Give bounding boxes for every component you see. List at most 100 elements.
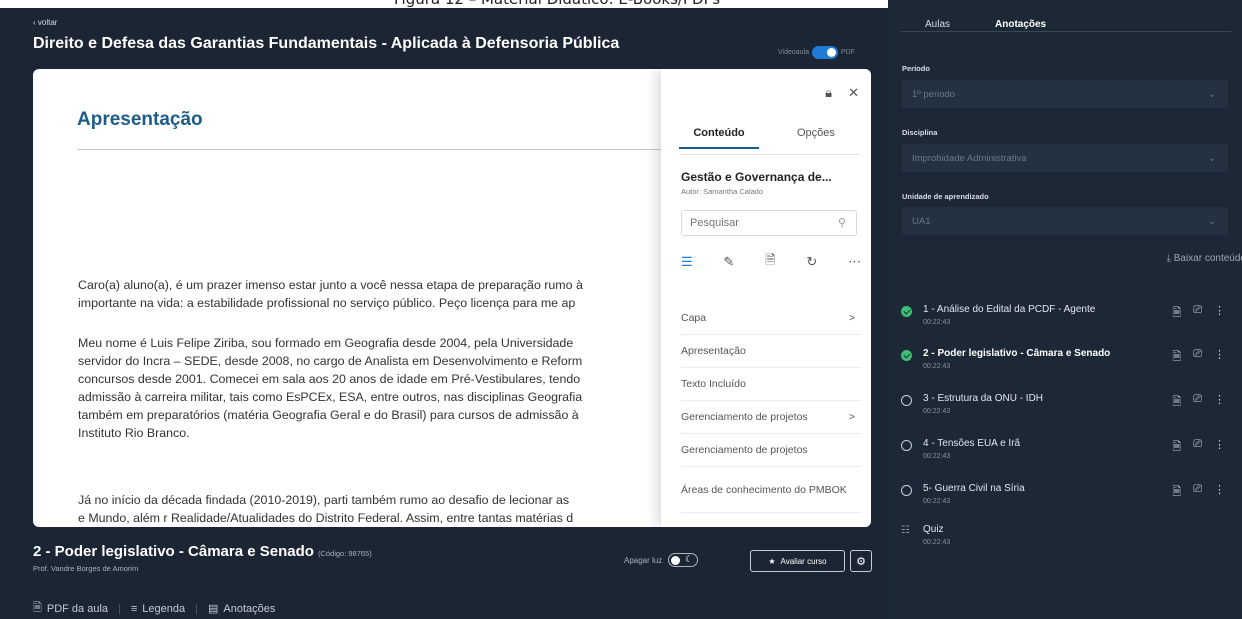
star-icon: ★ [768, 556, 776, 566]
list-icon[interactable]: ☰ [681, 254, 693, 270]
search-input[interactable] [682, 211, 812, 235]
chevron-down-icon: ⌄ [1208, 215, 1216, 227]
toc-item-label: Áreas de conhecimento do PMBOK [681, 483, 847, 496]
toc-item-label: Apresentação [681, 345, 746, 357]
slides-icon[interactable]: ⎚ [1193, 304, 1202, 323]
pdf-icon[interactable]: 🗎︎ [1172, 483, 1181, 502]
slides-icon[interactable]: ⎚ [1193, 483, 1202, 502]
pdf-icon[interactable]: 🗎︎ [1172, 393, 1181, 412]
chevron-right-icon: > [848, 411, 855, 423]
toc-item[interactable]: Gerenciamento de projetos > [681, 401, 861, 434]
more-vertical-icon[interactable]: ⋮ [1214, 348, 1225, 367]
lesson-professor: Prof. Vandre Borges de Amorim [33, 564, 139, 573]
toc-item[interactable]: Gerenciamento de projetos [681, 434, 861, 467]
light-switch[interactable]: ☾ [668, 553, 699, 567]
bottom-links: 🗎︎ PDF da aula | ≡ Legenda | ▤ Anotações [33, 599, 275, 618]
discipline-value: Improbidade Administrativa [912, 152, 1027, 164]
lesson-actions: 🗎︎ ⎚ ⋮ [1172, 438, 1225, 457]
lesson-item[interactable]: 5- Guerra Civil na Síria 00:22:43 🗎︎ ⎚ ⋮ [901, 481, 1231, 521]
book-title: Gestão e Governança de... [681, 170, 832, 184]
more-vertical-icon[interactable]: ⋮ [1214, 483, 1225, 502]
pdf-icon[interactable]: 🗎︎ [1172, 438, 1181, 457]
mode-video-label: Videoaula [778, 48, 810, 56]
lesson-code: (Código: 98765) [317, 549, 372, 558]
paragraph-line: admissão à carreira militar, tais como E… [78, 390, 583, 404]
figure-caption-text: Figura 12 – Material Didático: E-Books/P… [394, 0, 720, 8]
discipline-select[interactable]: Improbidade Administrativa ⌄ [902, 144, 1228, 172]
rate-course-button[interactable]: ★ Avaliar curso [750, 550, 845, 572]
paragraph-line: concursos desde 2001. Comecei em sala ao… [78, 372, 581, 386]
slides-icon[interactable]: ⎚ [1193, 348, 1202, 367]
lesson-item[interactable]: 4 - Tensões EUA e Irã 00:22:43 🗎︎ ⎚ ⋮ [901, 436, 1231, 476]
lesson-title-text: 2 - Poder legislativo - Câmara e Senado [33, 543, 314, 560]
more-vertical-icon[interactable]: ⋮ [1214, 304, 1225, 323]
switch-knob [671, 556, 681, 565]
circle-icon [901, 485, 912, 496]
period-select[interactable]: 1º periodo ⌄ [902, 80, 1228, 108]
toc-item[interactable]: Áreas de conhecimento do PMBOK [681, 467, 861, 513]
toc-item-label: Gerenciamento de projetos [681, 444, 808, 456]
pdf-icon[interactable]: 🗎︎ [1172, 304, 1181, 323]
divider: | [118, 602, 121, 615]
document-title: Apresentação [77, 109, 203, 130]
tab-aulas[interactable]: Aulas [925, 19, 950, 30]
mode-pdf-label: PDF [841, 48, 856, 56]
tab-conteudo[interactable]: Conteúdo [679, 127, 759, 149]
rate-course-label: Avaliar curso [780, 556, 827, 566]
notes-link[interactable]: Anotações [223, 603, 275, 615]
document-icon[interactable]: 🗎︎ [765, 251, 775, 273]
lesson-actions: 🗎︎ ⎚ ⋮ [1172, 304, 1225, 323]
paragraph-line: Meu nome é Luis Felipe Ziriba, sou forma… [78, 336, 574, 350]
sidebar: Aulas Anotações Período 1º periodo ⌄ Disc… [888, 0, 1242, 619]
tab-anotacoes[interactable]: Anotações [995, 19, 1046, 30]
toc-list: Capa > Apresentação Texto Incluído Gerenciam… [681, 302, 861, 513]
close-icon[interactable]: ✕ [848, 85, 859, 101]
bookmark-icon[interactable]: ↻ [806, 254, 817, 270]
lesson-title: 2 - Poder legislativo - Câmara e Senado(… [33, 543, 372, 560]
pdf-link[interactable]: PDF da aula [47, 603, 108, 615]
toc-item[interactable]: Apresentação [681, 335, 861, 368]
switch-knob [827, 47, 837, 57]
light-toggle[interactable]: Apagar luz ☾ [624, 553, 699, 567]
sidebar-tabs: Aulas Anotações [901, 0, 1231, 32]
lesson-duration: 00:22:43 [923, 408, 951, 415]
back-link[interactable]: ‹ voltar [33, 18, 57, 27]
pdf-viewer: Apresentação Caro(a) aluno(a), é um praz… [33, 69, 871, 527]
quiz-name: Quiz [923, 524, 944, 535]
unit-label: Unidade de aprendizado [902, 192, 989, 201]
download-button[interactable]: ⤓ Baixar conteúdo [1167, 253, 1242, 264]
lesson-item[interactable]: 1 - Análise do Edital da PCDF - Agente 00… [901, 302, 1231, 342]
tab-opcoes[interactable]: Opções [797, 127, 835, 139]
mode-switch[interactable] [812, 45, 839, 59]
slides-icon[interactable]: ⎚ [1193, 393, 1202, 412]
lesson-item[interactable]: 2 - Poder legislativo - Câmara e Senado 0… [901, 346, 1231, 386]
toc-item[interactable]: Texto Incluído [681, 368, 861, 401]
player-area: ‹ voltar Direito e Defesa das Garantias … [0, 8, 888, 619]
more-icon[interactable]: ⋯ [848, 254, 861, 270]
pdf-icon[interactable]: 🗎︎ [1172, 348, 1181, 367]
course-title: Direito e Defesa das Garantias Fundament… [33, 35, 620, 52]
title-divider [77, 149, 677, 150]
lock-icon[interactable]: 🔒︎ [825, 85, 832, 101]
settings-button[interactable]: ⚙ [850, 550, 872, 572]
more-vertical-icon[interactable]: ⋮ [1214, 393, 1225, 412]
content-pane: 🔒︎ ✕ Conteúdo Opções Gestão e Governança… [661, 69, 871, 527]
circle-icon [901, 440, 912, 451]
lesson-name: 3 - Estrutura da ONU - IDH [923, 393, 1044, 404]
discipline-label: Disciplina [902, 128, 938, 137]
more-vertical-icon[interactable]: ⋮ [1214, 438, 1225, 457]
lesson-duration: 00:22:43 [923, 498, 951, 505]
pane-search: ⚲ [681, 210, 857, 236]
search-icon[interactable]: ⚲ [838, 216, 846, 229]
slides-icon[interactable]: ⎚ [1193, 438, 1202, 457]
toc-item[interactable]: Capa > [681, 302, 861, 335]
lesson-item[interactable]: 3 - Estrutura da ONU - IDH 00:22:43 🗎︎ ⎚ ⋮ [901, 391, 1231, 431]
mode-toggle[interactable]: Videoaula PDF [778, 45, 855, 59]
highlighter-icon[interactable]: ✎ [723, 254, 734, 270]
quiz-item[interactable]: ☷ Quiz 00:22:43 [901, 522, 1231, 562]
quiz-duration: 00:22:43 [923, 539, 951, 546]
paragraph-line: também em preparatórios (matéria Geograf… [78, 408, 579, 422]
caption-link[interactable]: Legenda [142, 603, 185, 615]
unit-select[interactable]: UA1 ⌄ [902, 207, 1228, 235]
tabs-divider [679, 154, 859, 155]
